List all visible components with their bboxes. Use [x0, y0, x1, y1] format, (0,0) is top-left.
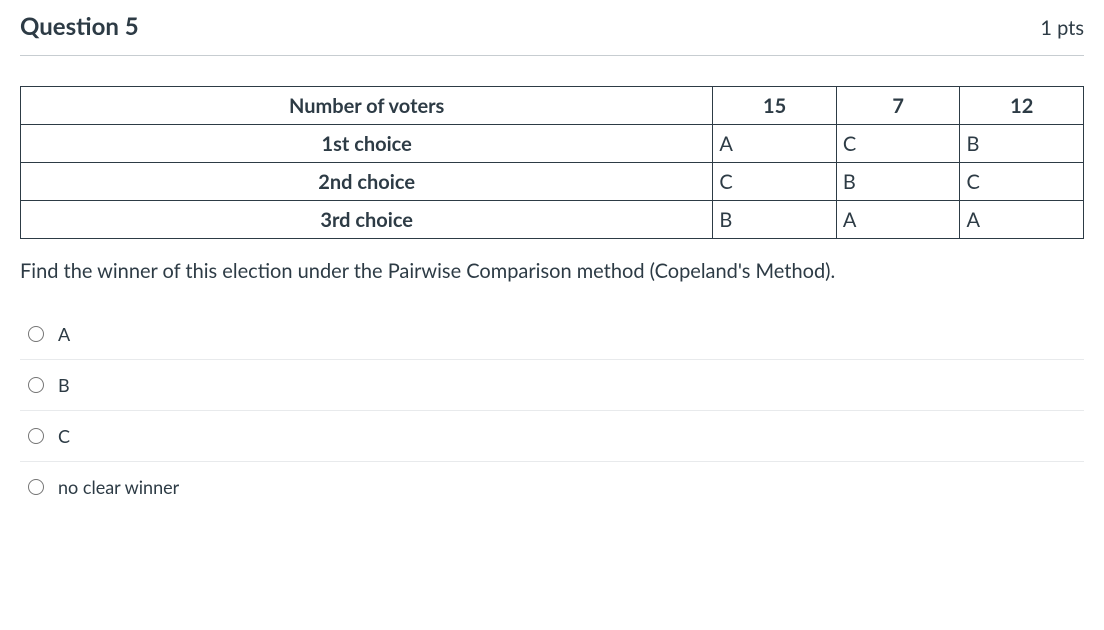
question-header: Question 5 1 pts	[20, 0, 1084, 56]
question-container: Question 5 1 pts Number of voters 15 7 1…	[0, 0, 1104, 532]
voter-count: 15	[713, 87, 837, 125]
choice-cell: B	[713, 201, 837, 239]
question-prompt: Find the winner of this election under t…	[20, 259, 1084, 283]
answer-option-no-winner[interactable]: no clear winner	[20, 462, 1084, 512]
row-label: Number of voters	[21, 87, 713, 125]
voter-count: 12	[960, 87, 1084, 125]
radio-input[interactable]	[28, 479, 44, 495]
preference-table: Number of voters 15 7 12 1st choice A C …	[20, 86, 1084, 239]
voter-count: 7	[836, 87, 960, 125]
choice-cell: B	[960, 125, 1084, 163]
choice-cell: A	[836, 201, 960, 239]
choice-cell: A	[713, 125, 837, 163]
row-label: 3rd choice	[21, 201, 713, 239]
choice-cell: C	[960, 163, 1084, 201]
question-points: 1 pts	[1040, 16, 1084, 40]
choice-cell: B	[836, 163, 960, 201]
radio-input[interactable]	[28, 428, 44, 444]
choice-cell: A	[960, 201, 1084, 239]
answer-option-a[interactable]: A	[20, 309, 1084, 360]
option-label: A	[58, 323, 70, 345]
radio-input[interactable]	[28, 326, 44, 342]
answer-option-c[interactable]: C	[20, 411, 1084, 462]
question-body: Number of voters 15 7 12 1st choice A C …	[20, 56, 1084, 512]
row-label: 2nd choice	[21, 163, 713, 201]
option-label: C	[58, 425, 70, 447]
choice-cell: C	[713, 163, 837, 201]
choice-cell: C	[836, 125, 960, 163]
table-row: Number of voters 15 7 12	[21, 87, 1084, 125]
table-row: 2nd choice C B C	[21, 163, 1084, 201]
row-label: 1st choice	[21, 125, 713, 163]
option-label: no clear winner	[58, 476, 179, 498]
answer-options: A B C no clear winner	[20, 309, 1084, 512]
table-row: 1st choice A C B	[21, 125, 1084, 163]
answer-option-b[interactable]: B	[20, 360, 1084, 411]
option-label: B	[58, 374, 70, 396]
radio-input[interactable]	[28, 377, 44, 393]
table-row: 3rd choice B A A	[21, 201, 1084, 239]
question-title: Question 5	[20, 12, 139, 41]
